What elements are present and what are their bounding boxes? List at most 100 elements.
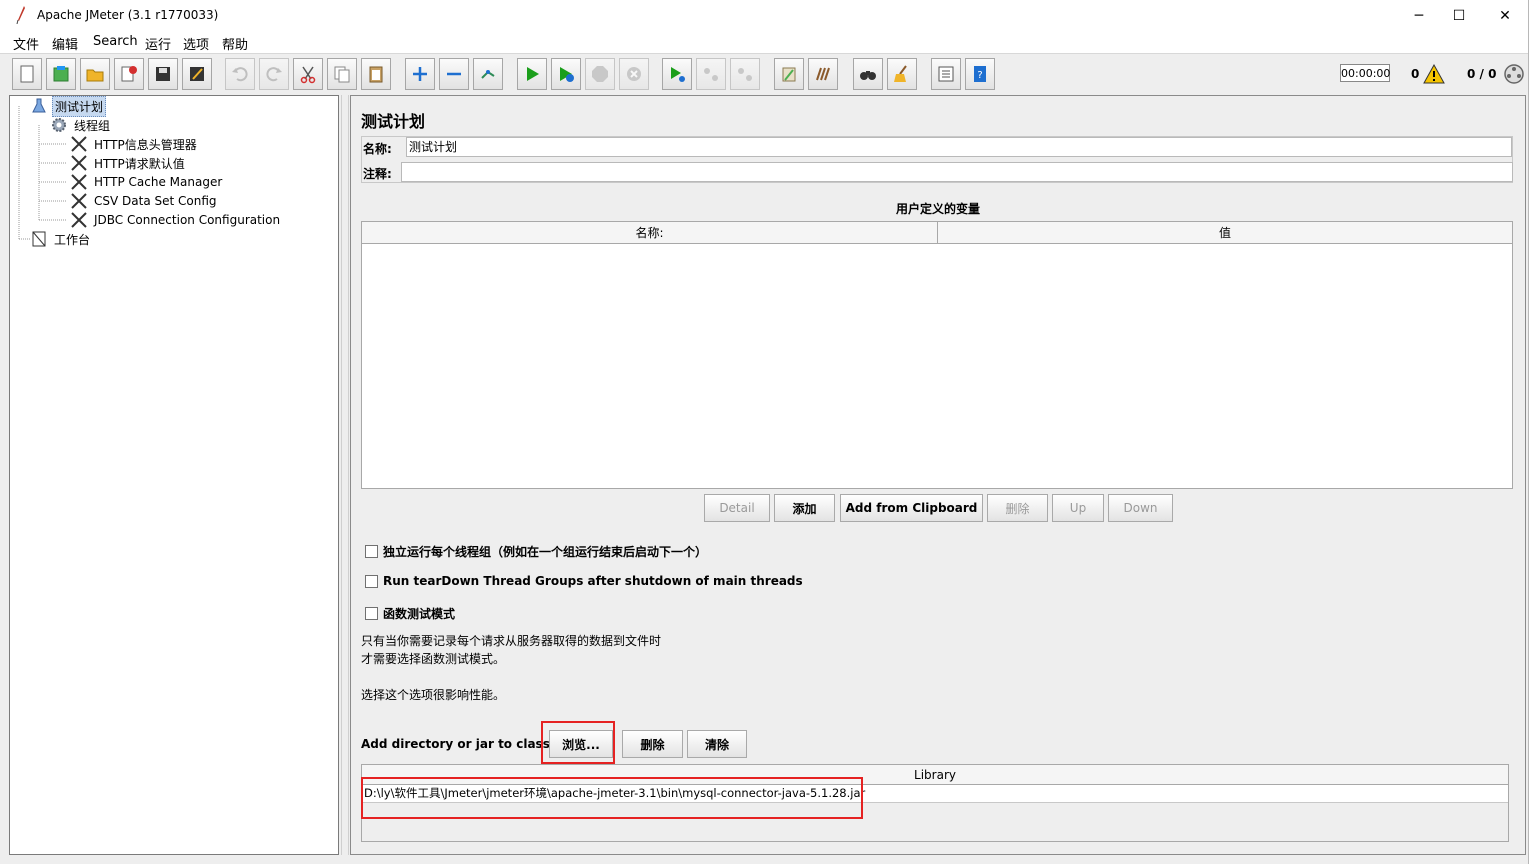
checkbox-label: 函数测试模式 (383, 607, 456, 621)
active-threads: 0 / 0 (1467, 67, 1497, 81)
serialize-thread-groups-checkbox[interactable]: 独立运行每个线程组（例如在一个组运行结束后启动下一个） (365, 543, 707, 560)
cut-button[interactable] (293, 58, 323, 90)
test-plan-panel: 测试计划 名称: 测试计划 注释: 用户定义的变量 名称: 值 Detail 添… (350, 95, 1526, 855)
menu-file[interactable]: 文件 (13, 34, 39, 53)
tree-node-label: HTTP信息头管理器 (94, 137, 197, 152)
menu-search[interactable]: Search (93, 34, 138, 49)
checkbox-box[interactable] (365, 607, 378, 620)
tree-node-http-cache-manager[interactable]: HTTP Cache Manager (70, 173, 224, 191)
teardown-on-shutdown-checkbox[interactable]: Run tearDown Thread Groups after shutdow… (365, 574, 803, 588)
tree-node-test-plan[interactable]: 测试计划 (30, 95, 107, 117)
tree-node-label: 工作台 (54, 232, 91, 247)
help-book-icon: ? (974, 66, 986, 82)
play-icon (527, 67, 539, 81)
elapsed-timer: 00:00:00 (1340, 64, 1390, 82)
broom-clear-icon (782, 67, 796, 82)
checkbox-box[interactable] (365, 545, 378, 558)
name-label: 名称: (363, 142, 392, 156)
variables-table[interactable]: 名称: 值 (361, 221, 1513, 489)
menu-help[interactable]: 帮助 (222, 34, 248, 53)
detail-button[interactable]: Detail (704, 494, 770, 522)
checkbox-box[interactable] (365, 574, 378, 588)
close-file-icon (121, 66, 137, 82)
function-helper-button[interactable] (931, 58, 961, 90)
paste-button[interactable] (361, 58, 391, 90)
config-tools-icon (71, 136, 87, 152)
delete-classpath-button[interactable]: 删除 (622, 730, 683, 758)
shutdown-button[interactable] (619, 58, 649, 90)
clear-button[interactable] (774, 58, 804, 90)
tree-node-thread-group[interactable]: 线程组 (50, 116, 112, 134)
start-button[interactable] (517, 58, 547, 90)
toggle-button[interactable] (473, 58, 503, 90)
search-button[interactable] (853, 58, 883, 90)
up-button[interactable]: Up (1052, 494, 1104, 522)
column-header-value[interactable]: 值 (938, 222, 1512, 244)
gear-icon (52, 118, 66, 132)
save-button[interactable] (148, 58, 178, 90)
help-button[interactable]: ? (965, 58, 995, 90)
menu-bar: 文件 编辑 Search 运行 选项 帮助 (0, 31, 1528, 53)
remote-start-button[interactable] (662, 58, 692, 90)
copy-button[interactable] (327, 58, 357, 90)
tree-node-http-header-manager[interactable]: HTTP信息头管理器 (70, 135, 199, 153)
tree-node-label: 测试计划 (52, 95, 107, 117)
tree-node-jdbc-connection[interactable]: JDBC Connection Configuration (70, 211, 282, 229)
close-button[interactable]: ✕ (1482, 0, 1528, 31)
templates-button[interactable] (46, 58, 76, 90)
folder-open-icon (86, 69, 104, 82)
copy-icon (334, 66, 350, 83)
minus-icon (447, 72, 461, 76)
save-as-icon (190, 67, 204, 81)
remote-stop-button[interactable] (696, 58, 726, 90)
tree-node-http-defaults[interactable]: HTTP请求默认值 (70, 154, 187, 172)
expand-all-button[interactable] (405, 58, 435, 90)
tree-node-label: HTTP Cache Manager (94, 175, 223, 189)
warning-icon[interactable] (1423, 64, 1445, 84)
comment-input[interactable] (401, 162, 1513, 182)
config-tools-icon (71, 155, 87, 171)
close-plan-button[interactable] (114, 58, 144, 90)
menu-edit[interactable]: 编辑 (52, 34, 78, 53)
config-tools-icon (71, 193, 87, 209)
open-button[interactable] (80, 58, 110, 90)
clipboard-icon (369, 66, 383, 83)
toolbar: ? (0, 53, 1528, 95)
tree-node-workbench[interactable]: 工作台 (30, 230, 92, 248)
start-no-pause-button[interactable] (551, 58, 581, 90)
down-button[interactable]: Down (1108, 494, 1173, 522)
undo-icon (232, 67, 248, 82)
undo-button[interactable] (225, 58, 255, 90)
add-button[interactable]: 添加 (774, 494, 835, 522)
tree-node-label: HTTP请求默认值 (94, 156, 185, 171)
column-header-name[interactable]: 名称: (362, 222, 938, 244)
pane-splitter[interactable] (341, 95, 349, 855)
remote-shutdown-button[interactable] (730, 58, 760, 90)
collapse-all-button[interactable] (439, 58, 469, 90)
stop-icon (592, 66, 608, 82)
reset-search-button[interactable] (887, 58, 917, 90)
scissors-icon (300, 66, 316, 84)
name-input[interactable]: 测试计划 (406, 137, 1512, 157)
status-indicator-icon (1504, 64, 1524, 84)
shutdown-icon (627, 67, 641, 81)
stop-button[interactable] (585, 58, 615, 90)
maximize-button[interactable]: ☐ (1436, 0, 1482, 31)
feather-icon (16, 6, 25, 24)
save-as-button[interactable] (182, 58, 212, 90)
functional-test-mode-checkbox[interactable]: 函数测试模式 (365, 605, 455, 622)
jmeter-window: Apache JMeter (3.1 r1770033) ─ ☐ ✕ 文件 编辑… (0, 0, 1529, 864)
add-from-clipboard-button[interactable]: Add from Clipboard (840, 494, 983, 522)
menu-options[interactable]: 选项 (183, 34, 209, 53)
delete-variable-button[interactable]: 删除 (987, 494, 1048, 522)
clear-all-button[interactable] (808, 58, 838, 90)
plus-icon (413, 67, 427, 81)
floppy-disk-icon (156, 67, 170, 81)
clear-classpath-button[interactable]: 清除 (687, 730, 747, 758)
redo-button[interactable] (259, 58, 289, 90)
tree-node-csv-data-set[interactable]: CSV Data Set Config (70, 192, 219, 210)
menu-run[interactable]: 运行 (145, 34, 171, 53)
remote-start-icon (671, 67, 685, 82)
window-title: Apache JMeter (3.1 r1770033) (37, 8, 219, 22)
new-button[interactable] (12, 58, 42, 90)
